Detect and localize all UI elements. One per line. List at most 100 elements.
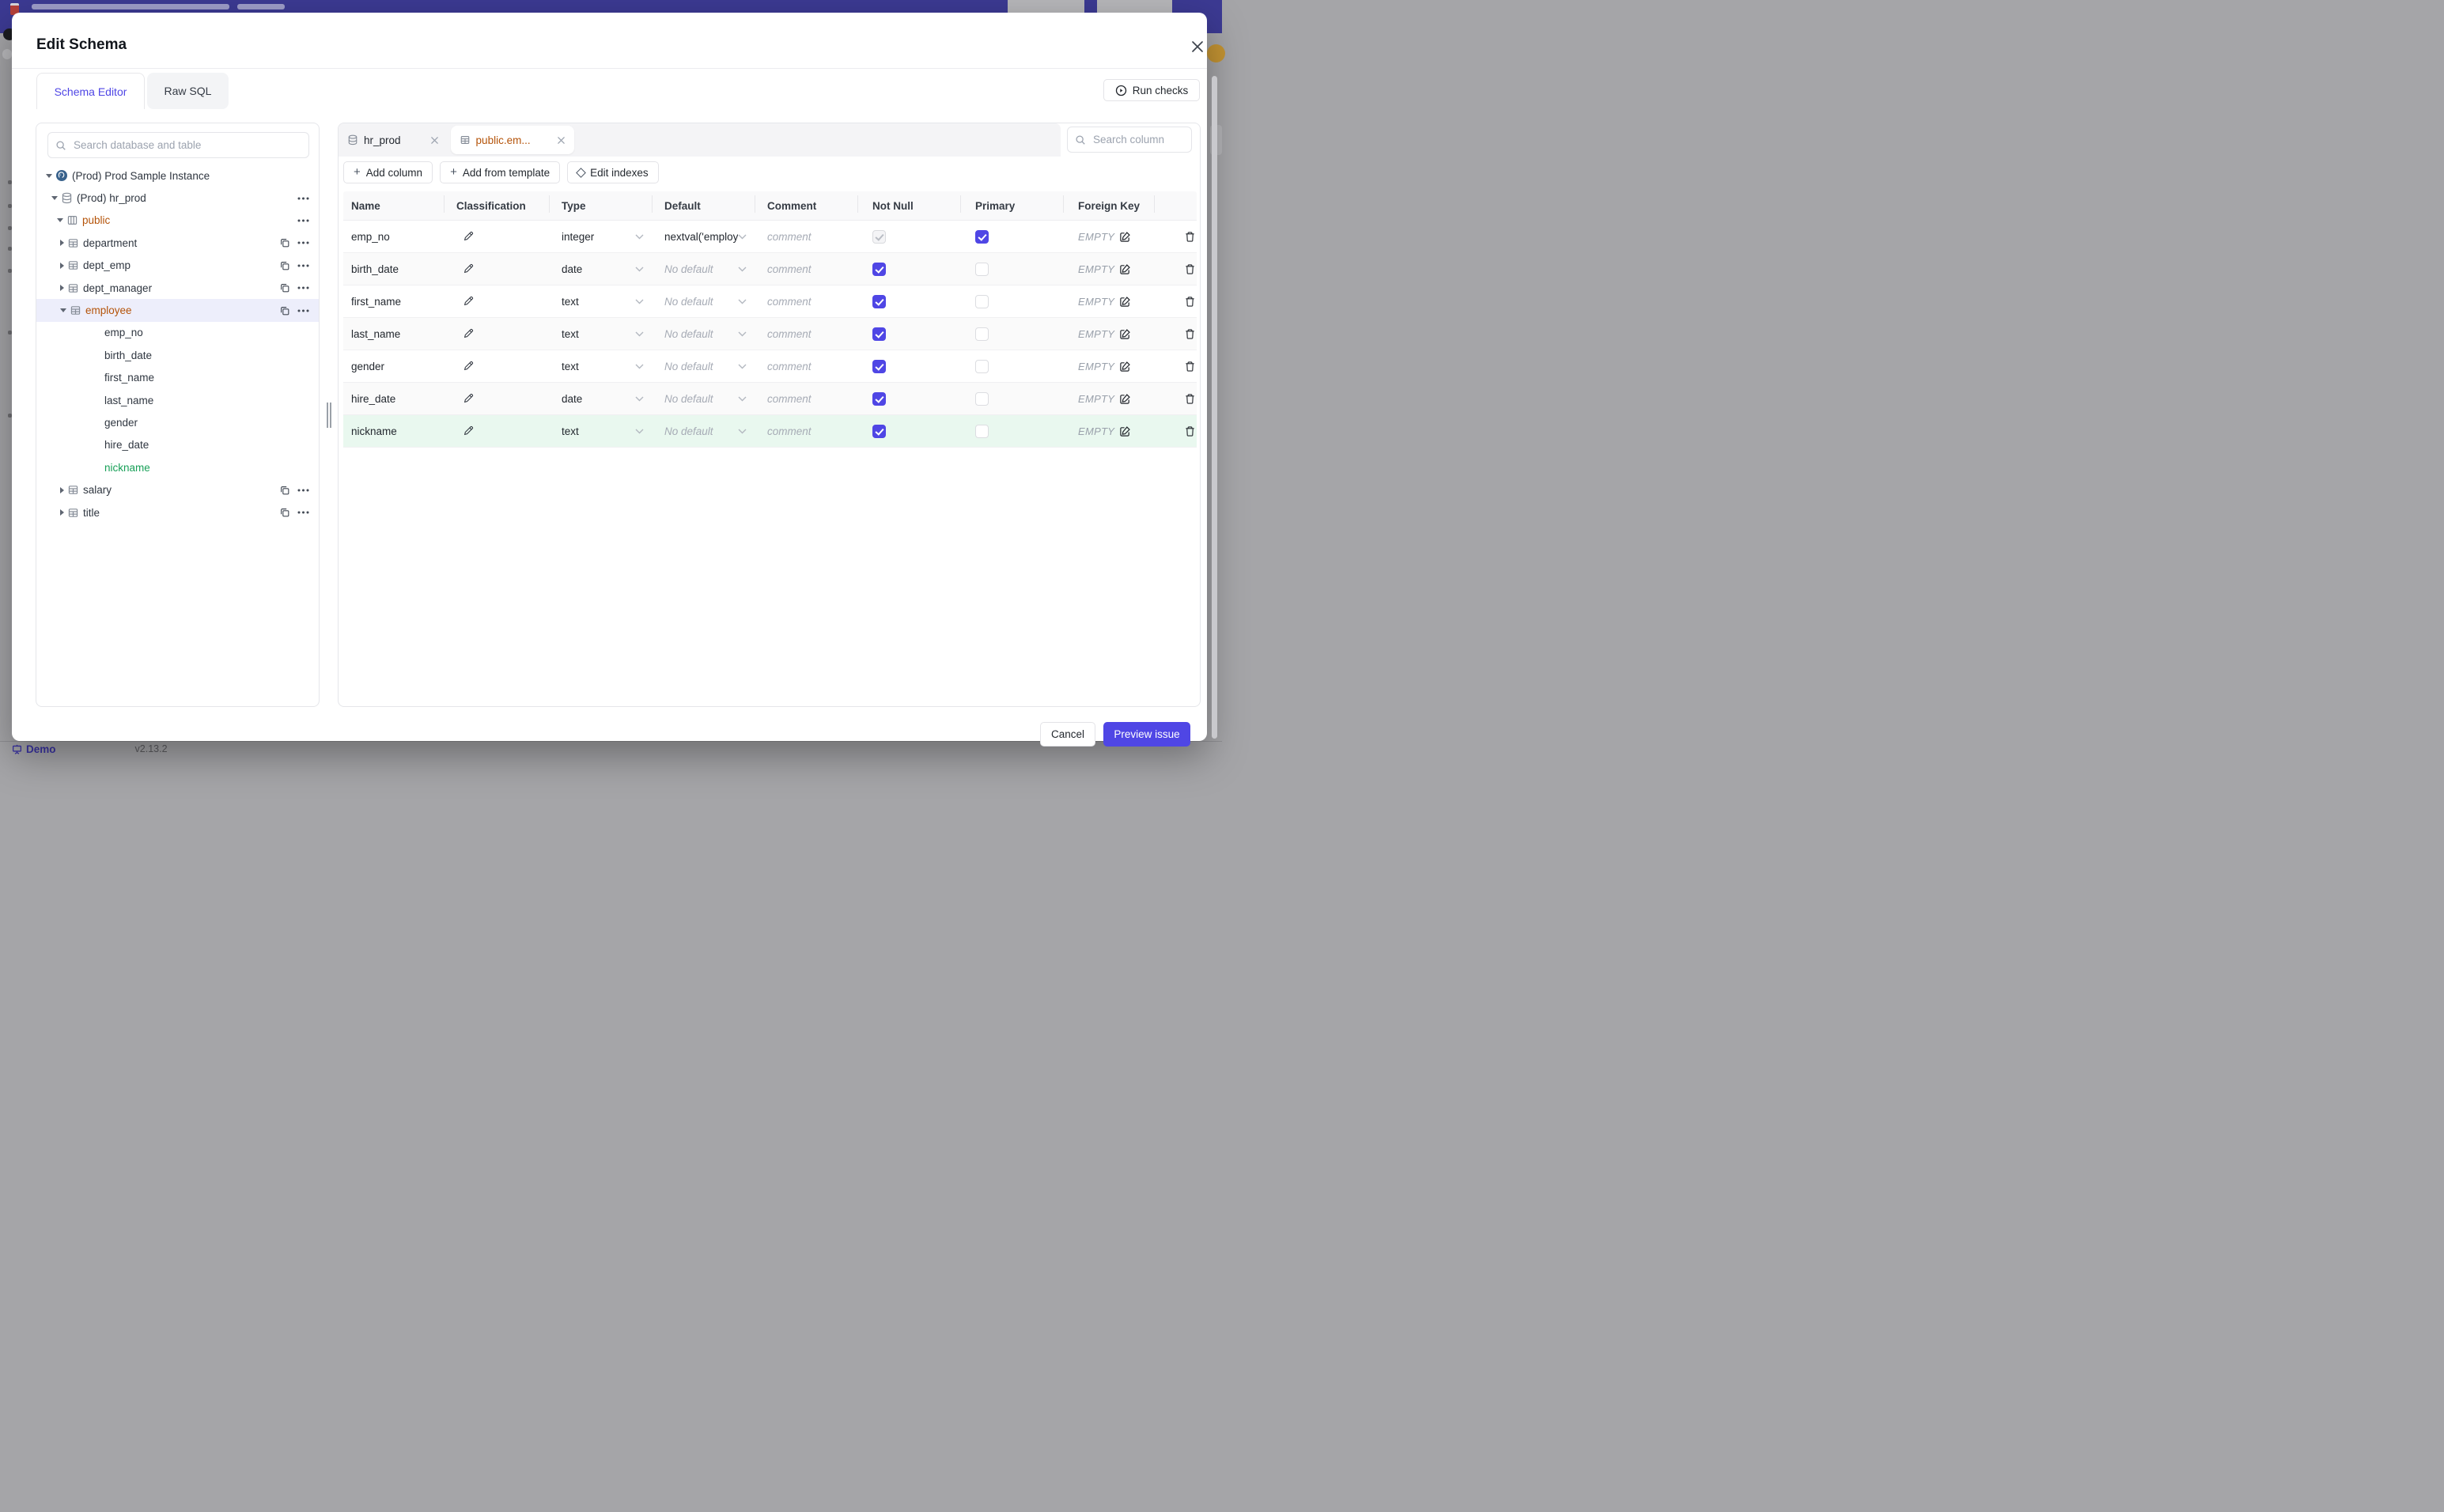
not-null-checkbox[interactable] [872,359,886,373]
tree-item-column-last-name[interactable]: last_name [36,389,319,411]
default-select[interactable]: No default [664,361,755,372]
classification-edit-icon[interactable] [463,361,474,372]
type-select[interactable]: text [562,361,652,372]
classification-edit-icon[interactable] [463,263,474,274]
tree-item-column-birth-date[interactable]: birth_date [36,344,319,366]
column-name-field[interactable]: gender [343,350,444,382]
tree-item-column-first-name[interactable]: first_name [36,367,319,389]
tree-item-table-employee[interactable]: employee [36,299,319,322]
preview-issue-button[interactable]: Preview issue [1103,722,1190,747]
tree-item-column-hire-date[interactable]: hire_date [36,434,319,456]
column-name-field[interactable]: nickname [343,415,444,447]
add-from-template-button[interactable]: + Add from template [440,161,561,183]
run-checks-button[interactable]: Run checks [1103,79,1200,101]
type-select[interactable]: text [562,425,652,437]
tree-item-column-emp-no[interactable]: emp_no [36,322,319,344]
primary-checkbox[interactable] [975,391,989,406]
tree-search-input[interactable] [72,138,301,152]
classification-edit-icon[interactable] [463,296,474,307]
tree-search[interactable] [47,132,309,158]
panel-resize-handle[interactable] [327,403,333,428]
delete-column-icon[interactable] [1184,393,1196,405]
comment-field[interactable]: comment [767,393,812,405]
not-null-checkbox[interactable] [872,327,886,341]
tab-chip-public-employee[interactable]: public.em... [450,126,574,154]
tree-item-column-gender[interactable]: gender [36,411,319,433]
chevron-right-icon[interactable] [60,486,64,493]
more-menu-icon[interactable] [297,489,309,492]
more-menu-icon[interactable] [297,264,309,267]
tree-item-table-dept-emp[interactable]: dept_emp [36,255,319,277]
classification-edit-icon[interactable] [463,393,474,404]
tree-item-table-title[interactable]: title [36,501,319,524]
chevron-right-icon[interactable] [60,509,64,516]
default-select[interactable]: nextval('employ [664,231,755,243]
comment-field[interactable]: comment [767,263,812,275]
default-select[interactable]: No default [664,425,755,437]
close-icon[interactable] [557,136,566,145]
more-menu-icon[interactable] [297,197,309,200]
edit-foreign-key-icon[interactable] [1119,263,1131,275]
delete-column-icon[interactable] [1184,328,1196,340]
column-name-field[interactable]: hire_date [343,383,444,414]
not-null-checkbox[interactable] [872,229,886,244]
add-column-button[interactable]: + Add column [343,161,433,183]
comment-field[interactable]: comment [767,361,812,372]
more-menu-icon[interactable] [297,219,309,222]
copy-icon[interactable] [279,305,290,316]
delete-column-icon[interactable] [1184,361,1196,372]
tree-item-table-salary[interactable]: salary [36,478,319,501]
comment-field[interactable]: comment [767,296,812,308]
edit-foreign-key-icon[interactable] [1119,393,1131,405]
copy-icon[interactable] [279,237,290,248]
cancel-button[interactable]: Cancel [1040,722,1095,747]
classification-edit-icon[interactable] [463,328,474,339]
copy-icon[interactable] [279,485,290,496]
more-menu-icon[interactable] [297,241,309,244]
column-search[interactable] [1067,127,1192,153]
edit-foreign-key-icon[interactable] [1119,425,1131,437]
delete-column-icon[interactable] [1184,425,1196,437]
tab-raw-sql[interactable]: Raw SQL [147,73,229,109]
chevron-down-icon[interactable] [60,308,66,313]
copy-icon[interactable] [279,260,290,271]
dialog-scrollbar[interactable] [1212,76,1217,739]
classification-edit-icon[interactable] [463,231,474,242]
copy-icon[interactable] [279,282,290,293]
not-null-checkbox[interactable] [872,391,886,406]
delete-column-icon[interactable] [1184,263,1196,275]
tree-item-table-department[interactable]: department [36,232,319,254]
type-select[interactable]: integer [562,231,652,243]
primary-checkbox[interactable] [975,359,989,373]
not-null-checkbox[interactable] [872,294,886,308]
edit-foreign-key-icon[interactable] [1119,231,1131,243]
tab-schema-editor[interactable]: Schema Editor [36,73,145,109]
edit-foreign-key-icon[interactable] [1119,296,1131,308]
comment-field[interactable]: comment [767,425,812,437]
tree-item-table-dept-manager[interactable]: dept_manager [36,277,319,299]
copy-icon[interactable] [279,507,290,518]
chevron-down-icon[interactable] [51,196,58,201]
close-icon[interactable] [430,136,439,145]
tree-item-instance[interactable]: (Prod) Prod Sample Instance [36,164,319,187]
type-select[interactable]: date [562,393,652,405]
column-name-field[interactable]: first_name [343,285,444,317]
type-select[interactable]: date [562,263,652,275]
type-select[interactable]: text [562,296,652,308]
primary-checkbox[interactable] [975,327,989,341]
chevron-right-icon[interactable] [60,285,64,292]
edit-foreign-key-icon[interactable] [1119,361,1131,372]
type-select[interactable]: text [562,328,652,340]
close-icon[interactable] [1190,39,1205,55]
column-search-input[interactable] [1091,133,1184,146]
tree-item-schema-public[interactable]: public [36,210,319,232]
more-menu-icon[interactable] [297,309,309,312]
delete-column-icon[interactable] [1184,231,1196,243]
tab-chip-hr-prod[interactable]: hr_prod [339,126,448,154]
primary-checkbox[interactable] [975,262,989,276]
edit-foreign-key-icon[interactable] [1119,328,1131,340]
default-select[interactable]: No default [664,296,755,308]
chevron-down-icon[interactable] [46,173,52,178]
delete-column-icon[interactable] [1184,296,1196,308]
more-menu-icon[interactable] [297,511,309,514]
